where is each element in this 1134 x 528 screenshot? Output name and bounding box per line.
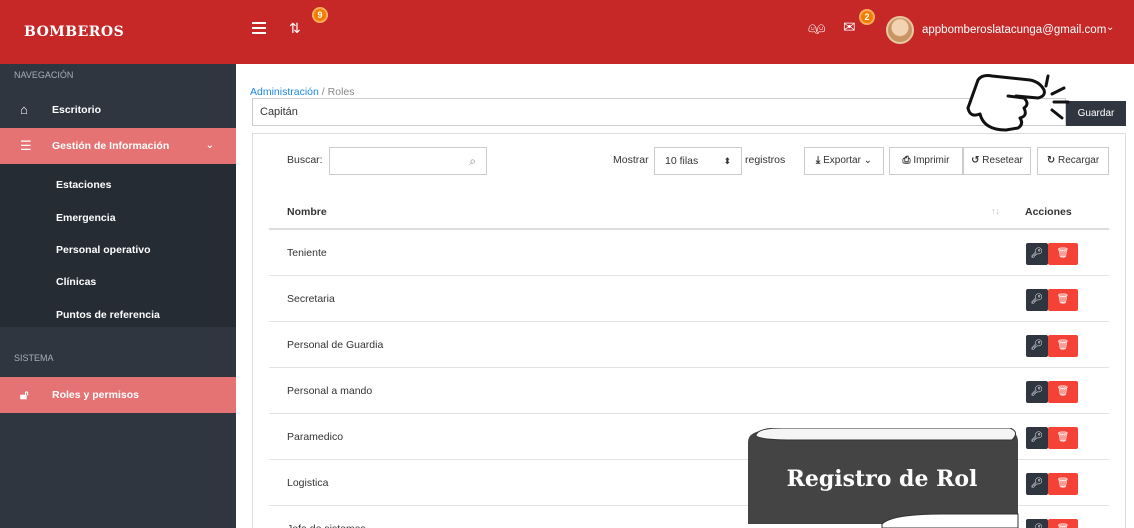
table-row: Personal a mando 🔑︎ 🗑︎ [269,368,1109,414]
sidebar-subitem-puntos-referencia[interactable]: Puntos de referencia [56,309,160,321]
edit-permissions-button[interactable]: 🔑︎ [1026,427,1048,449]
trash-icon: 🗑︎ [1056,340,1070,351]
chat-icon[interactable]: ✉ [843,18,856,36]
role-name-cell: Logistica [287,477,329,489]
delete-button[interactable]: 🗑︎ [1048,427,1078,449]
trash-icon: 🗑︎ [1056,248,1070,259]
trash-icon: 🗑︎ [1057,524,1070,528]
notifications-badge: 9 [312,7,328,23]
nav-section-label: NAVEGACIÓN [14,70,74,80]
key-icon: 🔑︎ [1030,386,1044,397]
hamburger-menu-icon[interactable] [252,22,266,36]
lock-icon: 🔓︎ [20,387,29,402]
role-name-cell: Personal de Guardia [287,339,384,351]
callout-text: Registro de Rol [786,466,978,492]
key-icon: 🔑︎ [1030,432,1044,443]
chat-badge: 2 [859,9,875,25]
breadcrumb-separator: / [321,86,325,98]
breadcrumb-current: Roles [327,86,355,98]
edit-permissions-button[interactable]: 🔑︎ [1026,519,1048,528]
sidebar-item-label: Gestión de Información [52,140,170,152]
home-icon: ⌂ [20,102,28,117]
delete-button[interactable]: 🗑︎ [1048,335,1078,357]
reload-label: Recargar [1058,155,1100,166]
notifications-icon[interactable]: ⇅ [289,20,301,37]
chevron-down-icon[interactable]: ⌄ [1106,22,1114,33]
print-label: Imprimir [913,155,950,166]
table-row: Secretaria 🔑︎ 🗑︎ [269,276,1109,322]
sidebar: NAVEGACIÓN ⌂ Escritorio ☰ Gestión de Inf… [0,64,236,528]
user-avatar[interactable] [886,16,914,44]
reset-label: Resetear [982,155,1023,166]
edit-permissions-button[interactable]: 🔑︎ [1026,243,1048,265]
sidebar-subitem-emergencia[interactable]: Emergencia [56,212,116,224]
key-icon: 🔑︎ [1030,340,1044,351]
sidebar-subitem-clinicas[interactable]: Clínicas [56,276,96,288]
export-button[interactable]: ⤓ Exportar ⌄ [804,147,884,175]
table-header: Nombre ↑↓ Acciones [269,192,1109,230]
reload-button[interactable]: ↻ Recargar [1037,147,1109,175]
key-icon: 🔑︎ [1030,478,1044,489]
search-input[interactable]: ⌕ [329,147,487,175]
edit-permissions-button[interactable]: 🔑︎ [1026,335,1048,357]
show-label: Mostrar [613,154,649,166]
delete-button[interactable]: 🗑︎ [1048,381,1078,403]
edit-permissions-button[interactable]: 🔑︎ [1026,381,1048,403]
role-name-cell: Secretaria [287,293,335,305]
download-icon: ⤓ [815,155,821,166]
search-icon: ⌕ [469,154,476,168]
delete-button[interactable]: 🗑︎ [1048,289,1078,311]
role-name-cell: Teniente [287,247,327,259]
sort-icon[interactable]: ↑↓ [991,206,1000,216]
key-icon: 🔑︎ [1031,524,1044,528]
delete-button[interactable]: 🗑︎ [1048,243,1078,265]
trash-icon: 🗑︎ [1056,294,1070,305]
column-header-actions: Acciones [1025,206,1072,218]
list-icon: ☰ [20,138,32,153]
key-icon: 🔑︎ [1030,294,1044,305]
sidebar-subitem-personal-operativo[interactable]: Personal operativo [56,244,151,256]
print-button[interactable]: ⎙ Imprimir [889,147,963,175]
users-icon[interactable]: 👫︎ [808,20,826,37]
column-header-name[interactable]: Nombre [287,206,327,218]
sidebar-item-roles[interactable]: 🔓︎ Roles y permisos [0,377,236,413]
export-label: Exportar [823,155,861,166]
sidebar-item-label: Escritorio [52,104,102,116]
edit-permissions-button[interactable]: 🔑︎ [1026,473,1048,495]
system-section-label: SISTEMA [14,353,54,363]
role-name-input[interactable] [252,98,1066,126]
delete-button[interactable]: 🗑︎ [1048,473,1078,495]
chevron-down-icon: ⌄ [205,140,214,151]
sort-arrows-icon: ⬍ [723,156,731,166]
sidebar-subitem-estaciones[interactable]: Estaciones [56,179,111,191]
undo-icon: ↺ [971,155,980,166]
role-name-cell: Paramedico [287,431,344,443]
trash-icon: 🗑︎ [1056,478,1070,489]
role-name-cell: Jefa de sistemas [287,523,366,528]
trash-icon: 🗑︎ [1056,432,1070,443]
trash-icon: 🗑︎ [1056,386,1070,397]
breadcrumb: Administración / Roles [250,86,355,98]
table-row: Personal de Guardia 🔑︎ 🗑︎ [269,322,1109,368]
edit-permissions-button[interactable]: 🔑︎ [1026,289,1048,311]
rows-select-value: 10 filas [665,155,699,167]
sidebar-item-escritorio[interactable]: ⌂ Escritorio [0,92,236,128]
brand-logo[interactable]: BOMBEROS [0,0,236,64]
refresh-icon: ↻ [1046,155,1056,166]
rows-per-page-select[interactable]: 10 filas ⬍ [654,147,742,175]
role-name-cell: Personal a mando [287,385,373,397]
printer-icon: ⎙ [902,155,911,166]
user-email[interactable]: appbomberoslatacunga@gmail.com [922,24,1106,36]
records-label: registros [745,154,786,166]
sidebar-item-gestion[interactable]: ☰ Gestión de Información ⌄ [0,128,236,164]
top-navbar: BOMBEROS ⇅ 9 👫︎ ✉ 2 appbomberoslatacunga… [0,0,1134,64]
table-row: Teniente 🔑︎ 🗑︎ [269,230,1109,276]
pointing-hand-icon [966,74,1070,132]
delete-button[interactable]: 🗑︎ [1048,519,1078,528]
key-icon: 🔑︎ [1030,248,1044,259]
sidebar-item-label: Roles y permisos [52,389,139,401]
search-label: Buscar: [287,154,323,166]
breadcrumb-link[interactable]: Administración [250,86,319,98]
reset-button[interactable]: ↺ Resetear [963,147,1031,175]
